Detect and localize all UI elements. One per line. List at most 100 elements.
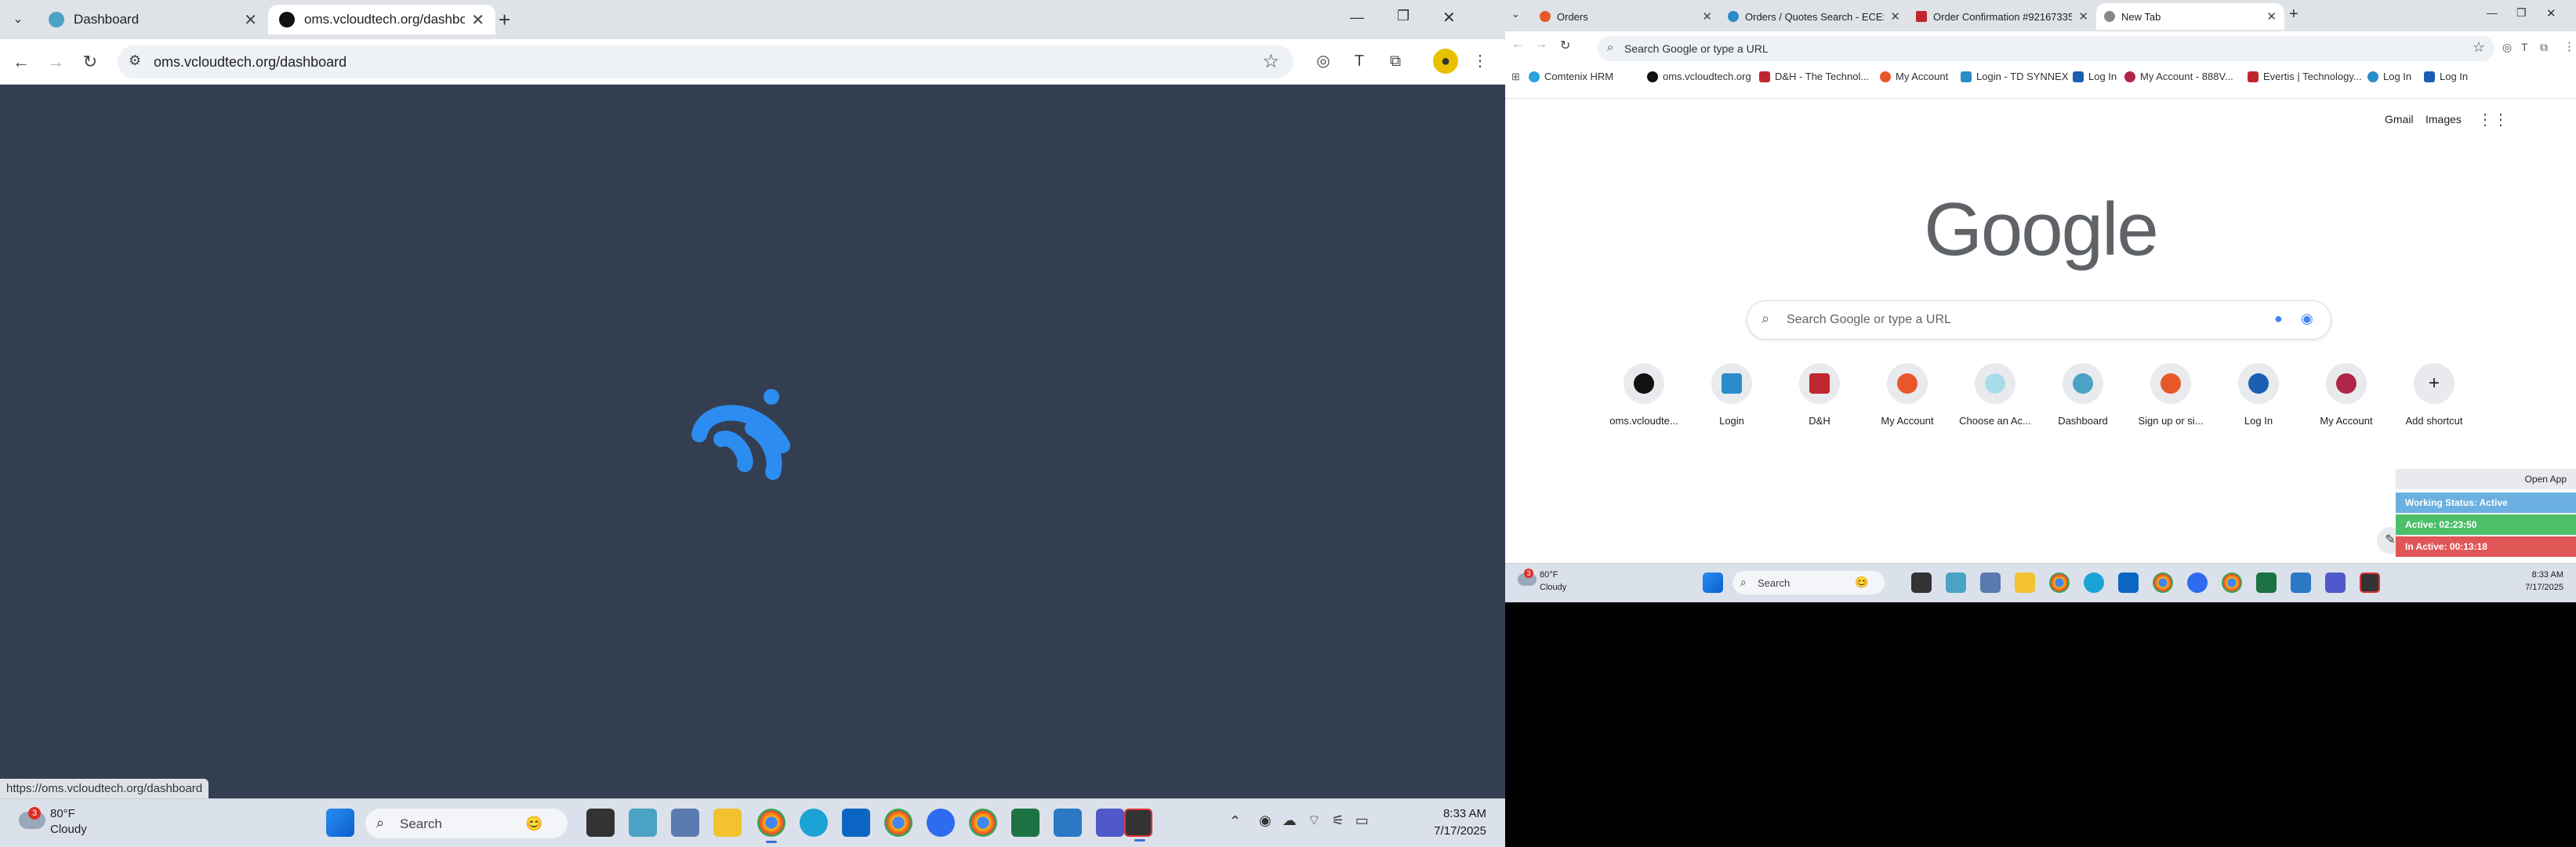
address-bar[interactable]: ⚙ oms.vcloudtech.org/dashboard ☆ [118,45,1293,78]
shortcut-dashboard[interactable]: Dashboard [2040,363,2126,427]
menu-icon[interactable]: ⋮ [1468,49,1493,74]
bookmark-evertis[interactable]: Evertis | Technology... [2248,71,2362,82]
images-link[interactable]: Images [2425,113,2462,125]
bookmark-oms[interactable]: oms.vcloudtech.org [1647,71,1751,82]
shortcut-log-in[interactable]: Log In [2215,363,2302,427]
bookmark-log-in-3[interactable]: Log In [2424,71,2468,82]
back-button[interactable]: ← [8,49,34,75]
hidden-icons-chevron-icon[interactable]: ⌃ [1229,813,1241,830]
outlook-icon[interactable] [2118,573,2139,593]
chrome-icon[interactable] [757,809,785,843]
site-info-icon[interactable]: ⚙ [129,53,141,69]
calculator-icon[interactable] [671,809,699,837]
shortcut-my-account-2[interactable]: My Account [2303,363,2389,427]
widgets-icon[interactable] [629,809,657,837]
close-tab-icon[interactable]: ✕ [2078,9,2088,24]
teams-icon[interactable] [1096,809,1124,837]
reload-button[interactable]: ↻ [77,49,103,75]
excel-icon[interactable] [2256,573,2277,593]
start-windows-icon[interactable] [1703,573,1723,593]
close-tab-icon[interactable]: ✕ [2266,9,2277,24]
maximize-button[interactable]: ❐ [2516,6,2527,20]
bookmark-log-in-1[interactable]: Log In [2073,71,2117,82]
shortcut-sign-up[interactable]: Sign up or si... [2128,363,2214,427]
gmail-link[interactable]: Gmail [2385,113,2414,125]
reader-icon[interactable]: T [1347,49,1372,74]
close-tab-icon[interactable]: ✕ [1702,9,1712,24]
sticky-notes-icon[interactable] [1124,809,1152,842]
tab-search-button[interactable]: ⌄ [8,9,28,30]
tab-search-button[interactable]: ⌄ [1511,8,1520,20]
zoom-icon[interactable] [927,809,955,837]
calculator-icon[interactable] [1980,573,2001,593]
sticky-notes-icon[interactable] [2360,573,2380,593]
tab-order-confirmation[interactable]: Order Confirmation #92167335 ✕ [1908,3,2096,30]
clock-date[interactable]: 7/17/2025 [1380,824,1486,838]
tab-dashboard[interactable]: Dashboard ✕ [38,5,268,35]
new-tab-button[interactable]: + [2289,5,2298,24]
chrome-alt-icon[interactable] [2222,573,2242,593]
bookmark-888v[interactable]: My Account - 888V... [2124,71,2233,82]
clock-date[interactable]: 7/17/2025 [2485,583,2563,592]
bookmark-dh[interactable]: D&H - The Technol... [1759,71,1869,82]
file-explorer-icon[interactable] [2015,573,2035,593]
chrome-profile-icon[interactable] [884,809,912,837]
shortcut-my-account-1[interactable]: My Account [1864,363,1950,427]
app-icon[interactable] [2291,573,2311,593]
tray-icons[interactable]: ◉☁⌔⚟▭ [1259,812,1380,830]
close-tab-icon[interactable]: ✕ [244,10,257,30]
bookmark-my-account[interactable]: My Account [1880,71,1948,82]
chrome-profile-icon[interactable] [2153,573,2173,593]
bookmark-comtenix[interactable]: Comtenix HRM [1529,71,1613,82]
edge-icon[interactable] [2084,573,2104,593]
app-icon[interactable] [1054,809,1082,837]
outlook-icon[interactable] [842,809,870,837]
widgets-icon[interactable] [1946,573,1966,593]
teams-icon[interactable] [2325,573,2346,593]
maximize-button[interactable]: ❐ [1397,8,1410,24]
minimize-button[interactable]: — [1350,9,1364,26]
minimize-button[interactable]: — [2487,6,2498,19]
shortcut-add[interactable]: + Add shortcut [2391,363,2477,427]
task-view-icon[interactable] [586,809,615,837]
reload-button[interactable]: ↻ [1560,38,1570,53]
tab-orders[interactable]: Orders ✕ [1532,3,1720,30]
profile-avatar-icon[interactable]: ● [1433,49,1458,74]
extension-icon[interactable]: ◎ [1311,49,1336,74]
bookmark-td-synnex[interactable]: Login - TD SYNNEX [1961,71,2069,82]
zoom-icon[interactable] [2187,573,2208,593]
forward-button[interactable]: → [1535,38,1547,52]
new-tab-button[interactable]: + [499,8,510,32]
address-bar[interactable]: ⌕ Search Google or type a URL ☆ [1598,36,2494,61]
open-app-button[interactable]: Open App [2396,469,2576,489]
forward-button[interactable]: → [42,49,69,75]
bookmark-star-icon[interactable]: ☆ [2473,39,2485,56]
task-view-icon[interactable] [1911,573,1932,593]
tab-ecexp[interactable]: Orders / Quotes Search - ECExp ✕ [1720,3,1908,30]
shortcut-dh[interactable]: D&H [1776,363,1863,427]
chrome-alt-icon[interactable] [969,809,997,837]
taskbar-search-box[interactable]: ⌕ Search 😊 [365,809,568,838]
shortcut-login[interactable]: Login [1689,363,1775,427]
lens-search-icon[interactable]: ◉ [2301,311,2313,327]
close-window-button[interactable]: ✕ [2546,6,2556,20]
close-tab-icon[interactable]: ✕ [1890,9,1900,24]
close-window-button[interactable]: ✕ [1442,8,1456,27]
clock-time[interactable]: 8:33 AM [1380,807,1486,820]
shortcut-choose-account[interactable]: Choose an Ac... [1952,363,2038,427]
google-apps-icon[interactable]: ⋮⋮ [2477,110,2509,129]
bookmark-star-icon[interactable]: ☆ [1262,50,1279,73]
extension-icon[interactable]: ◎ [2502,41,2512,54]
edge-icon[interactable] [800,809,828,837]
bookmark-log-in-2[interactable]: Log In [2367,71,2411,82]
puzzle-icon[interactable]: ⧉ [2540,41,2548,54]
excel-icon[interactable] [1011,809,1039,837]
tab-new-tab[interactable]: New Tab ✕ [2096,3,2284,30]
shortcut-oms[interactable]: oms.vcloudte... [1601,363,1687,427]
taskbar-search-box[interactable]: ⌕ Search 😊 [1732,571,1885,594]
apps-grid-icon[interactable]: ⊞ [1511,71,1520,83]
close-tab-icon[interactable]: ✕ [471,10,484,30]
reader-icon[interactable]: T [2521,41,2528,53]
start-windows-icon[interactable] [326,809,354,837]
puzzle-icon[interactable]: ⧉ [1383,49,1408,74]
